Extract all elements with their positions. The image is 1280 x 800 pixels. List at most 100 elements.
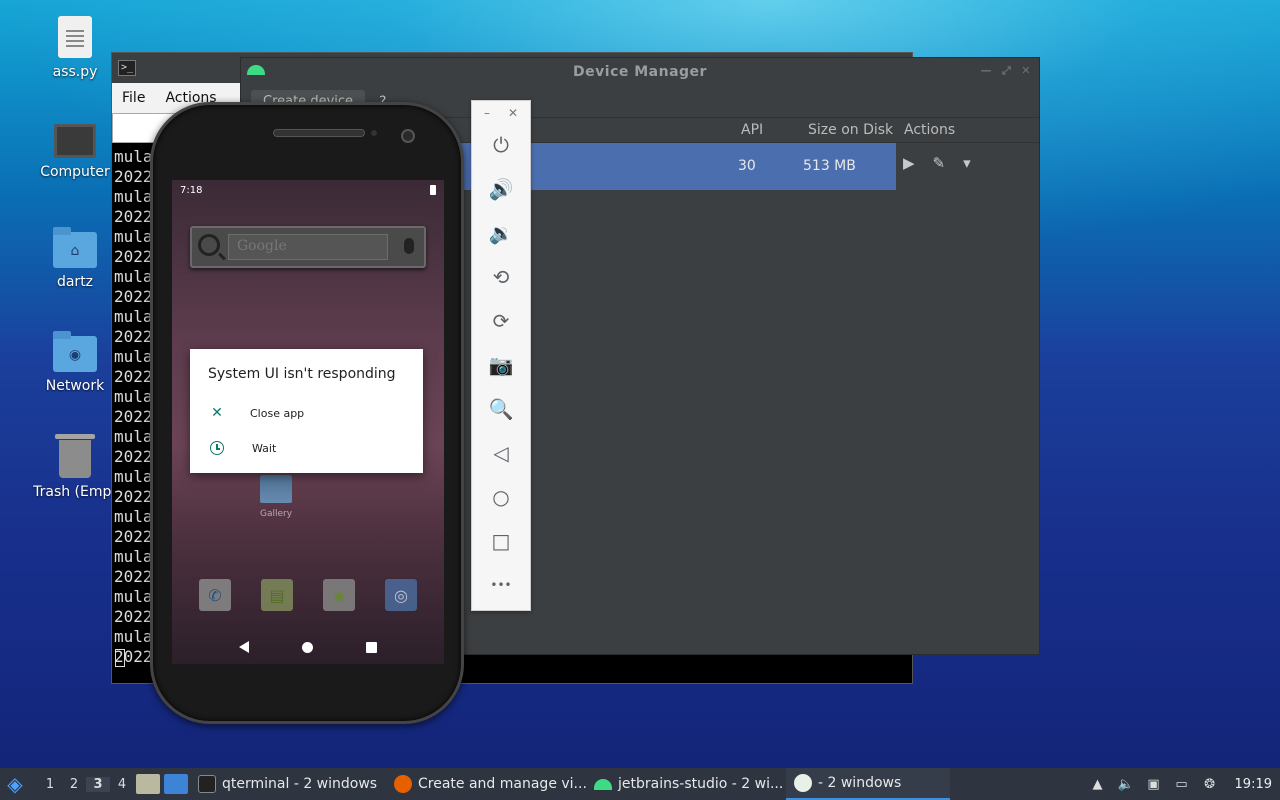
search-input[interactable]: Google bbox=[228, 234, 388, 260]
device-manager-titlebar[interactable]: Device Manager — ⤢ ✕ bbox=[241, 58, 1039, 86]
volume-icon[interactable]: 🔈 bbox=[1117, 775, 1135, 793]
column-actions: Actions bbox=[904, 122, 956, 138]
system-tray: ▲ 🔈 ▣ ▭ ❂ 19:19 bbox=[1089, 768, 1280, 800]
close-icon[interactable]: ✕ bbox=[508, 106, 518, 123]
app-gallery[interactable]: Gallery bbox=[258, 475, 294, 519]
computer-icon bbox=[54, 124, 96, 158]
terminal-line: 2022 bbox=[114, 567, 153, 586]
rotate-right-icon[interactable]: ⟳ bbox=[472, 299, 530, 343]
desktop-icon-label: Computer bbox=[40, 164, 110, 180]
terminal-line: mula bbox=[114, 427, 153, 446]
desktop-icon-network[interactable]: ◉ Network bbox=[27, 330, 123, 394]
desktop-launcher-icon[interactable] bbox=[164, 774, 188, 794]
terminal-output: mula 2022 mula 2022 mula 2022 mula 2022 mula 2022… bbox=[114, 147, 153, 667]
terminal-line: mula bbox=[114, 507, 153, 526]
close-app-option[interactable]: ✕ Close app bbox=[208, 405, 304, 421]
device-actions: ▶ ✎ ▾ bbox=[903, 154, 971, 172]
rotate-left-icon[interactable]: ⟲ bbox=[472, 255, 530, 299]
app-dock: ✆ ▤ ◈ ◎ bbox=[172, 572, 444, 618]
notification-icon[interactable]: ▲ bbox=[1089, 775, 1107, 793]
phone-sensor bbox=[371, 130, 377, 136]
terminal-line: mula bbox=[114, 467, 153, 486]
desktop-icon-dartz[interactable]: ⌂ dartz bbox=[27, 226, 123, 290]
terminal-line: 2022 bbox=[114, 527, 153, 546]
terminal-line: 2022 bbox=[114, 207, 153, 226]
camera-icon[interactable]: 📷 bbox=[472, 343, 530, 387]
taskbar: ◈ 1 2 3 4 qterminal - 2 windows Create a… bbox=[0, 768, 1280, 800]
power-icon[interactable]: ⏻ bbox=[472, 123, 530, 167]
workspace-4[interactable]: 4 bbox=[110, 777, 134, 792]
task-label: - 2 windows bbox=[818, 775, 902, 791]
terminal-line: mula bbox=[114, 267, 153, 286]
column-size[interactable]: Size on Disk bbox=[808, 122, 893, 138]
android-app-icon[interactable]: ◈ bbox=[323, 579, 355, 611]
task-emulator[interactable]: - 2 windows bbox=[786, 768, 950, 800]
phone-front-camera bbox=[401, 129, 415, 143]
edit-pencil-icon[interactable]: ✎ bbox=[933, 154, 946, 172]
workspace-2[interactable]: 2 bbox=[62, 777, 86, 792]
start-menu-icon[interactable]: ◈ bbox=[0, 769, 30, 799]
dialog-title: System UI isn't responding bbox=[208, 366, 396, 382]
device-api: 30 bbox=[738, 158, 756, 174]
desktop-icon-label: Trash (Empt bbox=[33, 484, 117, 500]
volume-down-icon[interactable]: 🔉 bbox=[472, 211, 530, 255]
gallery-label: Gallery bbox=[259, 509, 293, 519]
terminal-line: mula bbox=[114, 587, 153, 606]
more-icon[interactable]: ••• bbox=[472, 563, 530, 607]
home-icon[interactable]: ○ bbox=[472, 475, 530, 519]
column-api[interactable]: API bbox=[741, 122, 763, 138]
launch-play-icon[interactable]: ▶ bbox=[903, 154, 915, 172]
android-studio-icon bbox=[594, 778, 612, 790]
terminal-line: mula bbox=[114, 547, 153, 566]
chevron-down-icon[interactable]: ▾ bbox=[963, 154, 971, 172]
minimize-icon[interactable]: – bbox=[484, 106, 490, 123]
desktop-icon-computer[interactable]: Computer bbox=[27, 118, 123, 180]
firefox-icon bbox=[394, 775, 412, 793]
phone-app-icon[interactable]: ✆ bbox=[199, 579, 231, 611]
terminal-line: 2022 bbox=[114, 407, 153, 426]
desktop-icon-trash[interactable]: Trash (Empt bbox=[27, 432, 123, 500]
emulator-icon bbox=[794, 774, 812, 792]
wait-option[interactable]: Wait bbox=[208, 441, 276, 455]
desktop-icon-ass-py[interactable]: ass.py bbox=[27, 16, 123, 80]
terminal-icon: >_ bbox=[118, 60, 136, 76]
terminal-line: mula bbox=[114, 307, 153, 326]
terminal-cursor bbox=[115, 649, 125, 667]
wait-label: Wait bbox=[252, 441, 277, 455]
file-manager-launcher-icon[interactable] bbox=[136, 774, 160, 794]
back-icon[interactable] bbox=[238, 641, 249, 653]
zoom-icon[interactable]: 🔍 bbox=[472, 387, 530, 431]
overview-icon[interactable]: □ bbox=[472, 519, 530, 563]
back-icon[interactable]: ◁ bbox=[472, 431, 530, 475]
task-firefox[interactable]: Create and manage vi... bbox=[386, 768, 586, 800]
emulator-window-controls: – ✕ bbox=[472, 101, 530, 123]
terminal-line: 2022 bbox=[114, 447, 153, 466]
task-qterminal[interactable]: qterminal - 2 windows bbox=[190, 768, 386, 800]
status-bar: 7:18 bbox=[172, 180, 444, 200]
messaging-app-icon[interactable]: ▤ bbox=[261, 579, 293, 611]
google-search-widget[interactable]: Google bbox=[190, 226, 426, 268]
task-jetbrains-studio[interactable]: jetbrains-studio - 2 wi... bbox=[586, 768, 786, 800]
camera-app-icon[interactable]: ◎ bbox=[385, 579, 417, 611]
terminal-line: 2022 bbox=[114, 287, 153, 306]
microphone-icon[interactable] bbox=[404, 238, 414, 254]
task-label: Create and manage vi... bbox=[418, 776, 586, 792]
terminal-line: mula bbox=[114, 387, 153, 406]
overview-icon[interactable] bbox=[366, 641, 378, 653]
workspace-1[interactable]: 1 bbox=[38, 777, 62, 792]
update-icon[interactable]: ❂ bbox=[1201, 775, 1219, 793]
menu-file[interactable]: File bbox=[112, 90, 155, 106]
workspace-3[interactable]: 3 bbox=[86, 776, 110, 792]
network-icon[interactable]: ▭ bbox=[1173, 775, 1191, 793]
terminal-line: 2022 bbox=[114, 327, 153, 346]
close-icon[interactable]: ✕ bbox=[1021, 64, 1031, 78]
home-icon[interactable] bbox=[301, 641, 313, 653]
volume-up-icon[interactable]: 🔊 bbox=[472, 167, 530, 211]
minimize-icon[interactable]: — bbox=[980, 64, 992, 78]
terminal-line: 2022 bbox=[114, 247, 153, 266]
clock[interactable]: 19:19 bbox=[1235, 777, 1272, 792]
maximize-icon[interactable]: ⤢ bbox=[1002, 64, 1011, 78]
emulator-toolbar: – ✕ ⏻ 🔊 🔉 ⟲ ⟳ 📷 🔍 ◁ ○ □ ••• bbox=[471, 100, 531, 611]
clipboard-icon[interactable]: ▣ bbox=[1145, 775, 1163, 793]
desktop-icon-label: Network bbox=[45, 378, 105, 394]
